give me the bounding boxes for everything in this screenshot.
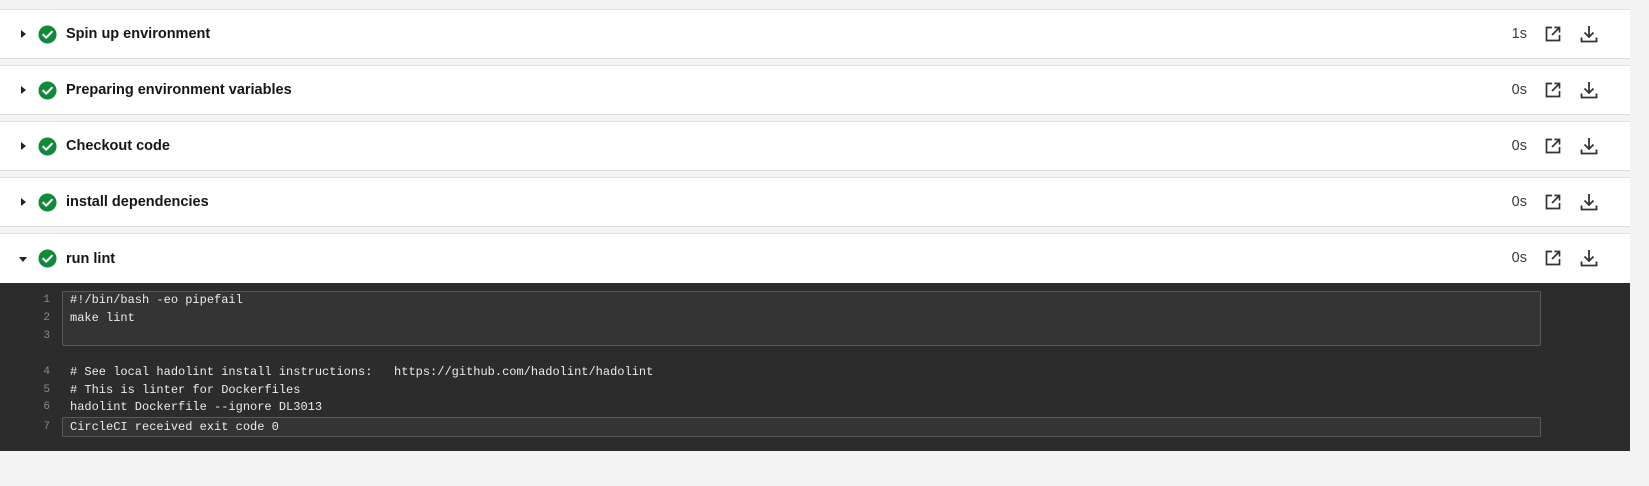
- step-row-expanded[interactable]: run lint 0s: [0, 233, 1630, 283]
- line-number: 1: [43, 294, 50, 306]
- caret-right-icon[interactable]: [16, 83, 30, 97]
- external-link-icon[interactable]: [1542, 23, 1564, 45]
- line-text: make lint: [70, 311, 135, 325]
- check-circle-icon: [38, 249, 57, 268]
- step-row[interactable]: Preparing environment variables 0s: [0, 65, 1630, 115]
- step-row[interactable]: Spin up environment 1s: [0, 9, 1630, 59]
- step-duration: 0s: [1511, 250, 1527, 266]
- line-text: hadolint Dockerfile --ignore DL3013: [70, 400, 323, 414]
- step-title: run lint: [66, 250, 116, 267]
- caret-right-icon[interactable]: [16, 195, 30, 209]
- output-line: 3: [0, 327, 1540, 345]
- download-icon[interactable]: [1578, 191, 1600, 213]
- check-circle-icon: [38, 136, 57, 156]
- output-line: 1 #!/bin/bash -eo pipefail: [0, 291, 1540, 309]
- check-circle-icon: [38, 192, 57, 212]
- output-line: 7 CircleCI received exit code 0: [0, 418, 1540, 436]
- output-line: 6 hadolint Dockerfile --ignore DL3013: [0, 398, 1540, 416]
- download-icon[interactable]: [1578, 79, 1600, 101]
- output-line: 4 # See local hadolint install instructi…: [0, 363, 1540, 381]
- line-text: #!/bin/bash -eo pipefail: [70, 293, 243, 307]
- line-number: 5: [43, 384, 50, 396]
- step-duration: 1s: [1511, 26, 1527, 42]
- line-number: 2: [43, 312, 50, 324]
- step-duration: 0s: [1511, 194, 1527, 210]
- step-duration: 0s: [1511, 138, 1527, 154]
- external-link-icon[interactable]: [1542, 135, 1564, 157]
- check-circle-icon: [38, 24, 57, 44]
- line-number: 7: [43, 421, 50, 433]
- caret-down-icon[interactable]: [16, 252, 30, 266]
- step-title: Checkout code: [66, 138, 170, 154]
- line-text: # This is linter for Dockerfiles: [70, 383, 301, 397]
- external-link-icon[interactable]: [1542, 247, 1564, 269]
- caret-right-icon[interactable]: [16, 27, 30, 41]
- line-number: 4: [43, 366, 50, 378]
- external-link-icon[interactable]: [1542, 191, 1564, 213]
- job-steps-list: Spin up environment 1s Preparing environ…: [0, 9, 1630, 451]
- check-circle-icon: [38, 80, 57, 100]
- line-text: CircleCI received exit code 0: [70, 420, 279, 434]
- download-icon[interactable]: [1578, 135, 1600, 157]
- download-icon[interactable]: [1578, 247, 1600, 269]
- line-number: 6: [43, 401, 50, 413]
- step-row[interactable]: install dependencies 0s: [0, 177, 1630, 227]
- step-duration: 0s: [1511, 82, 1527, 98]
- external-link-icon[interactable]: [1542, 79, 1564, 101]
- output-line: 2 make lint: [0, 309, 1540, 327]
- line-text: # See local hadolint install instruction…: [70, 365, 654, 379]
- output-line: 5 # This is linter for Dockerfiles: [0, 381, 1540, 399]
- caret-right-icon[interactable]: [16, 139, 30, 153]
- step-title: Preparing environment variables: [66, 82, 292, 98]
- step-title: Spin up environment: [66, 26, 211, 42]
- step-title: install dependencies: [66, 194, 209, 210]
- line-number: 3: [43, 330, 50, 342]
- download-icon[interactable]: [1578, 23, 1600, 45]
- step-row[interactable]: Checkout code 0s: [0, 121, 1630, 171]
- step-output-terminal: 1 #!/bin/bash -eo pipefail 2 make lint 3…: [0, 283, 1630, 451]
